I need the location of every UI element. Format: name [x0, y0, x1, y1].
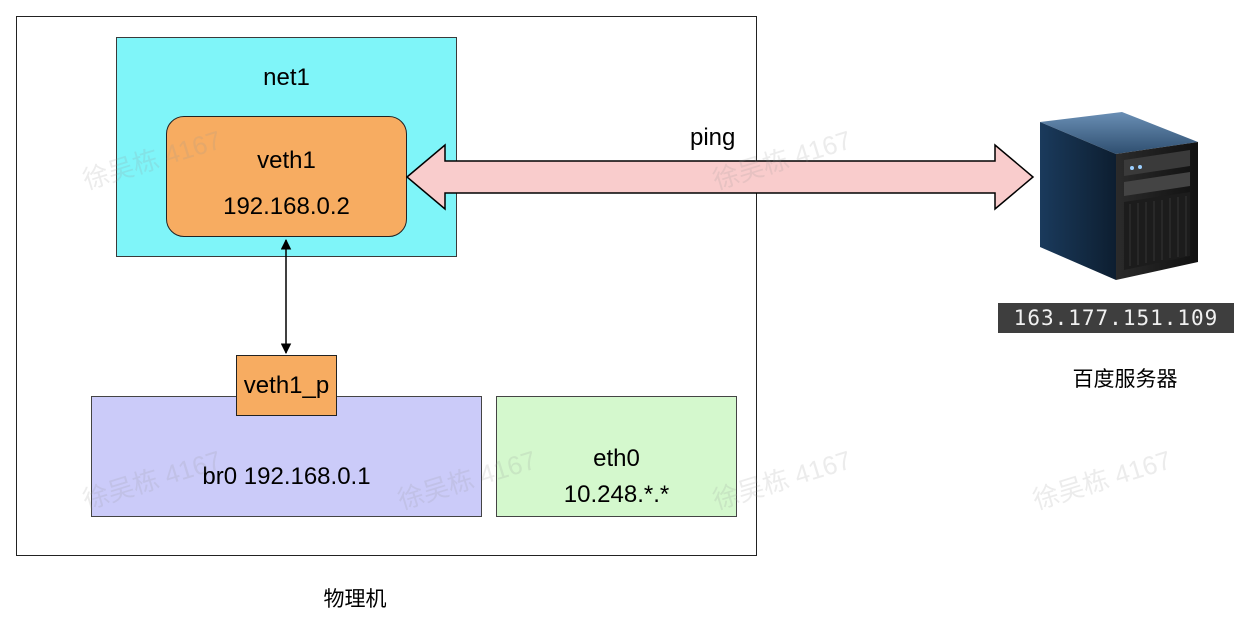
server-ip-badge: 163.177.151.109	[998, 303, 1234, 333]
server-tower-icon	[1040, 112, 1198, 280]
ping-label: ping	[690, 124, 736, 151]
server-label: 百度服务器	[1072, 368, 1178, 391]
